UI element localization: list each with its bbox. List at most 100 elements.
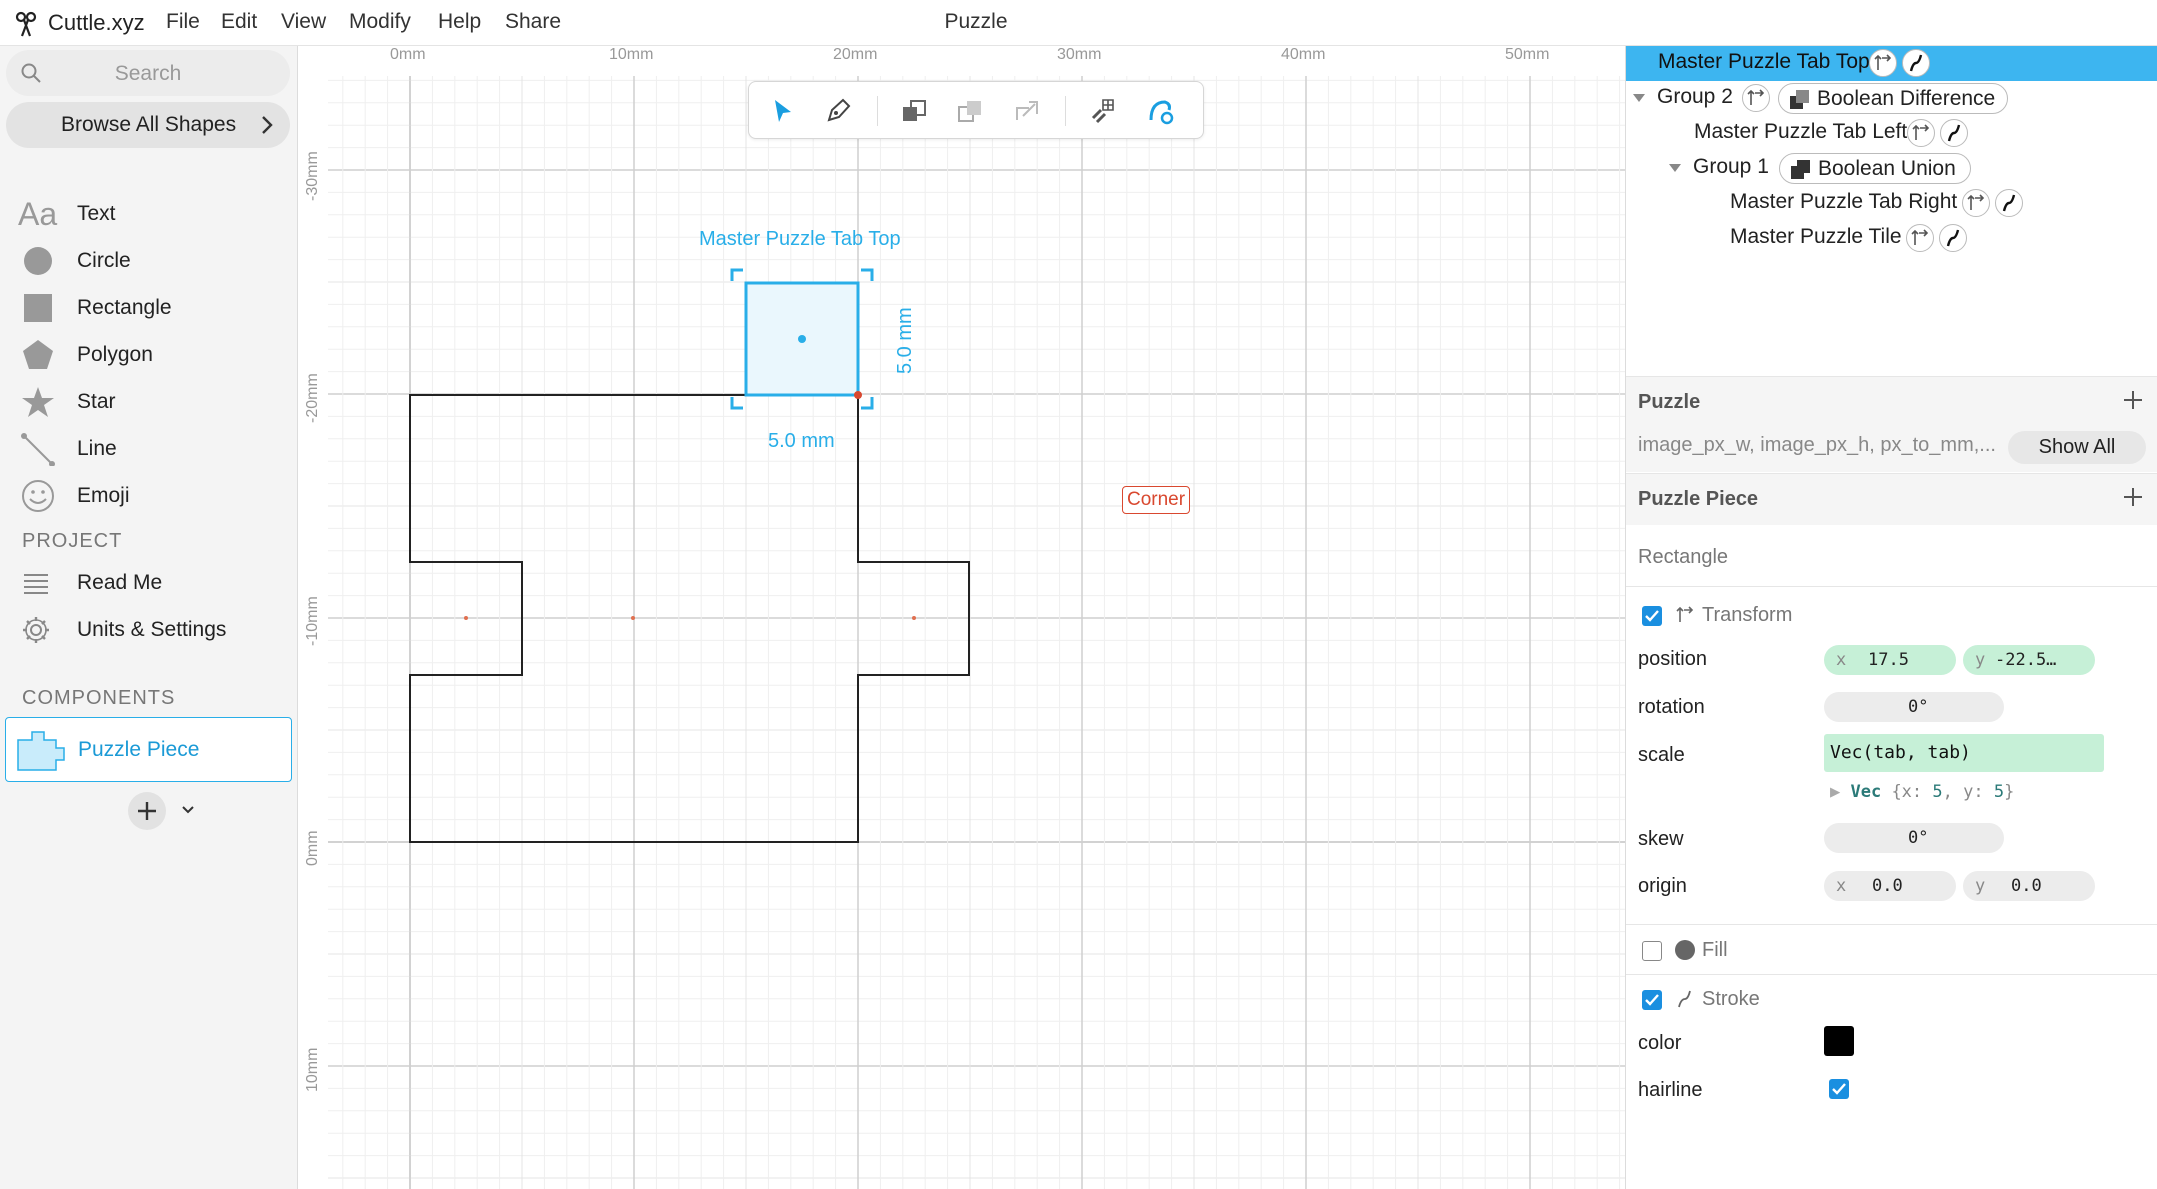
origin-x-field[interactable]: x 0.0 [1824, 871, 1956, 901]
scale-evaluated[interactable]: ▶ Vec {x: 5, y: 5} [1830, 782, 2014, 802]
left-sidebar: Search Browse All Shapes Aa Text Circle … [0, 46, 298, 1189]
tree-item-group-2[interactable]: Group 2 Boolean Difference [1626, 81, 2157, 116]
project-item-label: Units & Settings [77, 618, 227, 641]
select-tool-icon[interactable] [763, 92, 801, 130]
add-parameter-icon[interactable] [2122, 486, 2144, 508]
transform-icon[interactable] [1907, 119, 1935, 147]
tree-item-label: Master Puzzle Tab Right [1730, 190, 1958, 213]
stroke-icon[interactable] [1939, 224, 1967, 252]
position-y-field[interactable]: y -22.5… [1963, 645, 2095, 675]
toolbar-divider [877, 96, 878, 126]
height-dimension-label: 5.0 mm [894, 307, 916, 374]
component-label: Puzzle Piece [78, 738, 200, 761]
stroke-checkbox[interactable] [1642, 990, 1662, 1010]
shape-label: Line [77, 437, 117, 460]
shape-star[interactable]: Star [0, 379, 298, 425]
shape-rectangle[interactable]: Rectangle [0, 285, 298, 331]
fill-checkbox[interactable] [1642, 941, 1662, 961]
puzzle-drawing[interactable] [298, 46, 1625, 1189]
stroke-icon[interactable] [1995, 189, 2023, 217]
components-heading: COMPONENTS [22, 687, 176, 709]
gear-icon [23, 617, 49, 643]
show-all-button[interactable]: Show All [2008, 431, 2146, 464]
circle-icon [24, 247, 52, 275]
origin-x-value: 0.0 [1872, 876, 1903, 896]
rotation-value: 0° [1908, 697, 1929, 717]
triangle-down-icon[interactable] [1632, 91, 1646, 105]
shape-label: Star [77, 390, 116, 413]
boolean-difference-pill[interactable]: Boolean Difference [1778, 83, 2008, 114]
tree-item-master-puzzle-tab-right[interactable]: Master Puzzle Tab Right [1626, 186, 2157, 221]
boolean-union-pill[interactable]: Boolean Union [1779, 153, 1971, 184]
transform-icon[interactable] [1906, 224, 1934, 252]
puzzle-piece-section: Puzzle Piece [1626, 473, 2157, 525]
tree-item-master-puzzle-tab-top[interactable]: Master Puzzle Tab Top [1626, 46, 2157, 81]
puzzle-params-text: image_px_w, image_px_h, px_to_mm,... [1638, 434, 1996, 456]
transform-icon[interactable] [1869, 49, 1897, 77]
chevron-down-icon[interactable] [180, 802, 196, 818]
transform-icon [1676, 606, 1694, 622]
stroke-label: Stroke [1702, 988, 1760, 1010]
shape-circle[interactable]: Circle [0, 238, 298, 284]
transform-checkbox[interactable] [1642, 606, 1662, 626]
shape-label: Circle [77, 249, 131, 272]
snap-magnet-icon[interactable] [1141, 92, 1179, 130]
flip-icon[interactable] [1007, 92, 1045, 130]
shape-polygon[interactable]: Polygon [0, 332, 298, 378]
text-icon: Aa [18, 197, 57, 231]
shape-type-label: Rectangle [1638, 546, 1729, 568]
rectangle-icon [24, 294, 52, 322]
puzzle-outline [409, 394, 970, 843]
tree-item-master-puzzle-tab-left[interactable]: Master Puzzle Tab Left [1626, 116, 2157, 151]
bring-forward-icon[interactable] [895, 92, 933, 130]
position-x-field[interactable]: x 17.5 [1824, 645, 1956, 675]
add-component-button[interactable] [128, 792, 166, 830]
stroke-color-swatch[interactable] [1824, 1026, 1854, 1056]
component-puzzle-piece[interactable]: Puzzle Piece [5, 717, 292, 782]
add-parameter-icon[interactable] [2122, 389, 2144, 411]
plus-icon [138, 802, 156, 820]
scale-expression-field[interactable]: Vec(tab, tab) [1824, 734, 2104, 772]
tree-item-group-1[interactable]: Group 1 Boolean Union [1626, 151, 2157, 186]
stroke-icon[interactable] [1902, 49, 1930, 77]
tree-item-master-puzzle-tile[interactable]: Master Puzzle Tile [1626, 221, 2157, 256]
hairline-checkbox[interactable] [1829, 1079, 1849, 1099]
selection-handle [730, 268, 743, 281]
transform-icon[interactable] [1742, 84, 1770, 112]
corner-point [854, 391, 862, 399]
browse-all-shapes-button[interactable]: Browse All Shapes [6, 102, 290, 148]
emoji-icon [22, 480, 54, 512]
section-title: Puzzle Piece [1638, 488, 1759, 510]
shape-text[interactable]: Aa Text [0, 191, 298, 237]
origin-y-value: 0.0 [2011, 876, 2042, 896]
divider [1626, 924, 2157, 925]
fill-label: Fill [1702, 939, 1728, 961]
selection-handle [861, 397, 874, 410]
tree-item-label: Group 2 [1657, 85, 1733, 108]
project-item-units-settings[interactable]: Units & Settings [0, 607, 298, 653]
origin-y-field[interactable]: y 0.0 [1963, 871, 2095, 901]
search-input[interactable]: Search [6, 50, 290, 96]
vec-y: 5 [1993, 782, 2005, 802]
triangle-down-icon[interactable] [1668, 161, 1682, 175]
divider [1626, 974, 2157, 975]
line-icon [21, 433, 55, 466]
vec-type: Vec [1850, 782, 1882, 802]
rotation-label: rotation [1638, 696, 1705, 718]
shape-line[interactable]: Line [0, 426, 298, 472]
project-item-read-me[interactable]: Read Me [0, 560, 298, 606]
position-label: position [1638, 648, 1707, 670]
shape-emoji[interactable]: Emoji [0, 473, 298, 519]
transform-icon[interactable] [1962, 189, 1990, 217]
position-x-value: 17.5 [1868, 650, 1909, 670]
scale-label: scale [1638, 744, 1685, 766]
canvas[interactable]: 0mm 10mm 20mm 30mm 40mm 50mm -30mm -20mm… [298, 46, 1625, 1189]
stroke-icon[interactable] [1940, 119, 1968, 147]
rotation-field[interactable]: 0° [1824, 692, 2004, 722]
send-backward-icon[interactable] [951, 92, 989, 130]
snap-grid-icon[interactable] [1083, 92, 1121, 130]
polygon-icon [23, 340, 53, 369]
skew-field[interactable]: 0° [1824, 823, 2004, 853]
pen-tool-icon[interactable] [819, 92, 857, 130]
puzzle-piece-icon [17, 731, 65, 771]
